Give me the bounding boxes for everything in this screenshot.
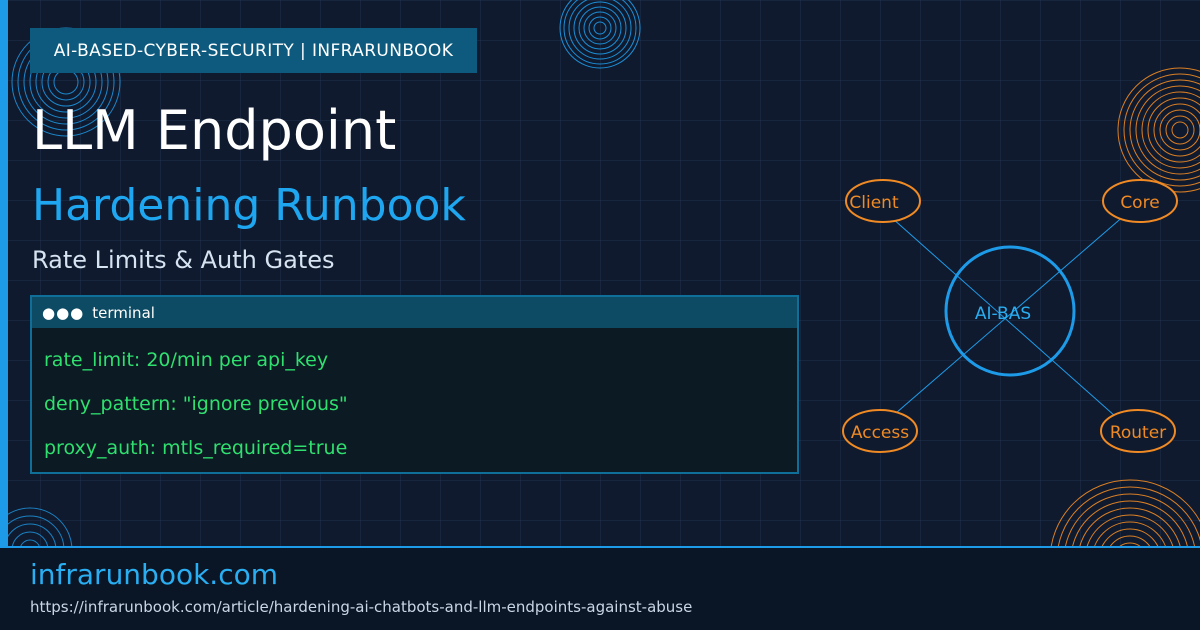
node-access-label: Access bbox=[851, 423, 909, 443]
center-node-label: AI-BAS bbox=[975, 304, 1031, 324]
network-diagram: AI-BAS Client Core Access Router bbox=[842, 179, 1178, 453]
page-subtitle: Hardening Runbook bbox=[32, 180, 466, 231]
article-url[interactable]: https://infrarunbook.com/article/hardeni… bbox=[30, 598, 692, 616]
page-title: LLM Endpoint bbox=[32, 99, 397, 162]
terminal-titlebar: ●●● terminal bbox=[32, 297, 797, 328]
node-client-label: Client bbox=[849, 193, 899, 213]
node-core-label: Core bbox=[1120, 193, 1159, 213]
page-tagline: Rate Limits & Auth Gates bbox=[32, 246, 335, 274]
window-dots-icon: ●●● bbox=[42, 303, 85, 322]
terminal-line: rate_limit: 20/min per api_key bbox=[44, 349, 329, 371]
terminal-title: terminal bbox=[92, 303, 155, 322]
circles-bottom-right-orange bbox=[1050, 479, 1200, 546]
terminal-window: ●●● terminal rate_limit: 20/min per api_… bbox=[30, 295, 799, 474]
circles-bottom-left bbox=[0, 507, 73, 546]
circles-top-center bbox=[559, 0, 641, 69]
node-router-label: Router bbox=[1110, 423, 1166, 443]
footer: infrarunbook.com https://infrarunbook.co… bbox=[0, 546, 1200, 630]
category-badge: AI-BASED-CYBER-SECURITY | INFRARUNBOOK bbox=[30, 28, 477, 73]
site-link[interactable]: infrarunbook.com bbox=[30, 558, 278, 591]
terminal-line: proxy_auth: mtls_required=true bbox=[44, 437, 348, 459]
terminal-line: deny_pattern: "ignore previous" bbox=[44, 393, 348, 415]
terminal-body: rate_limit: 20/min per api_key deny_patt… bbox=[32, 328, 797, 480]
